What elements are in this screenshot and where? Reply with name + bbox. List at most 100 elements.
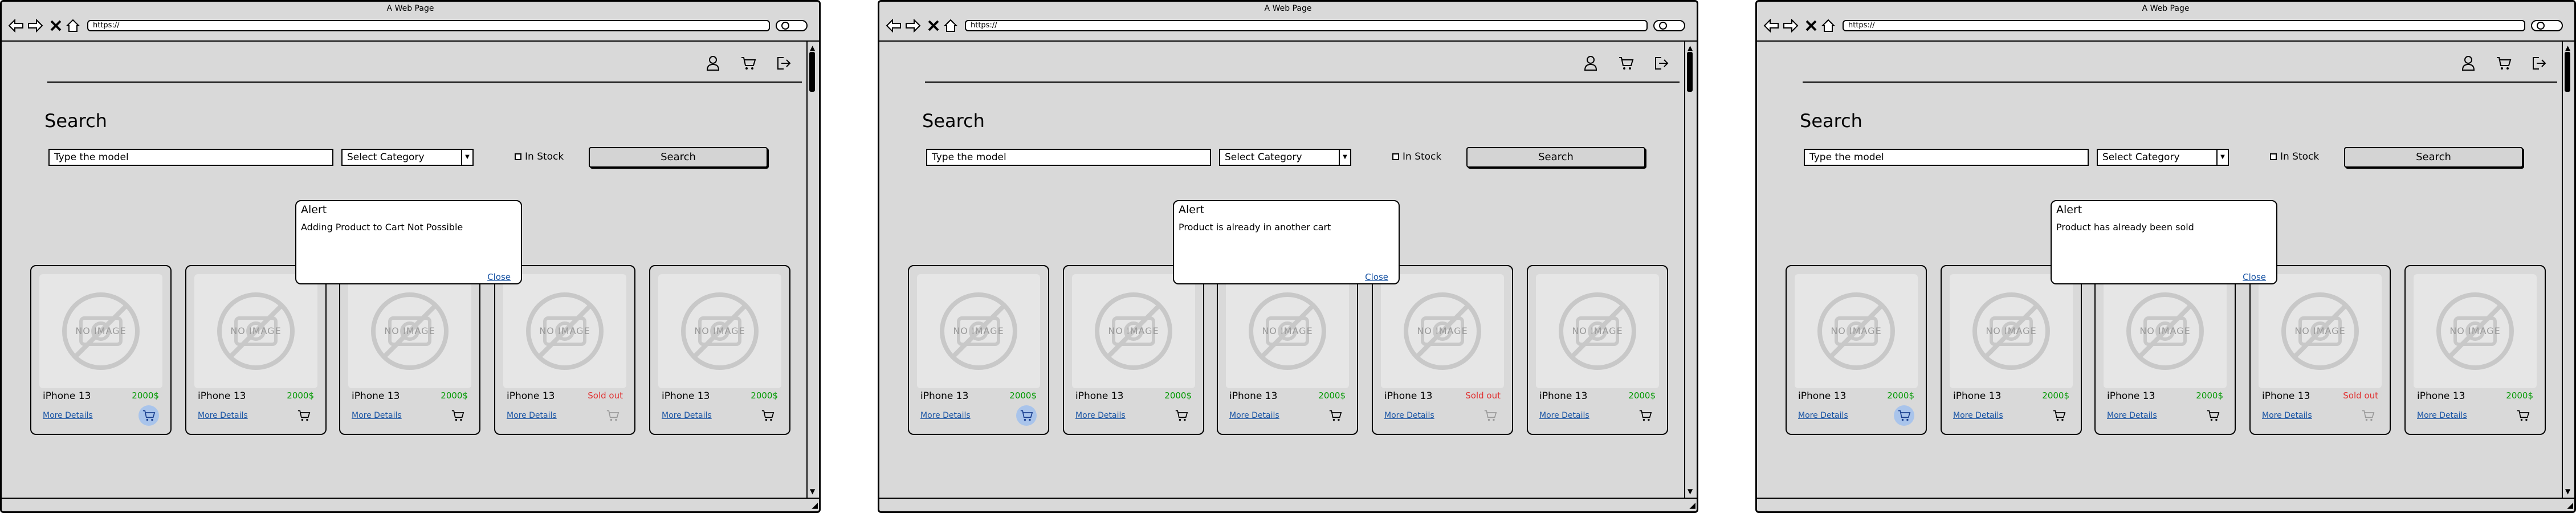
chevron-down-icon[interactable]: ▼	[2216, 150, 2228, 165]
resize-grip-icon[interactable]: ◢	[812, 501, 818, 510]
product-card[interactable]: NO IMAGE iPhone 13 2000$ More Details	[1217, 265, 1358, 435]
in-stock-checkbox[interactable]: In Stock	[2270, 151, 2319, 162]
more-details-link[interactable]: More Details	[920, 411, 971, 420]
product-card[interactable]: NO IMAGE iPhone 13 Sold out More Details	[2249, 265, 2391, 435]
close-icon[interactable]	[1803, 17, 1820, 34]
vertical-scrollbar[interactable]: ▲ ▼	[2562, 42, 2574, 498]
url-bar[interactable]: https://	[1843, 20, 2525, 31]
more-details-link[interactable]: More Details	[2417, 411, 2467, 420]
resize-grip-icon[interactable]: ◢	[2567, 501, 2573, 510]
more-details-link[interactable]: More Details	[1384, 411, 1434, 420]
logout-icon[interactable]	[2530, 54, 2548, 72]
add-to-cart-button[interactable]	[138, 405, 159, 426]
product-card[interactable]: NO IMAGE iPhone 13 Sold out More Details	[494, 265, 635, 435]
forward-arrow-icon[interactable]	[904, 17, 922, 34]
add-to-cart-button[interactable]	[2513, 405, 2533, 426]
product-card[interactable]: NO IMAGE iPhone 13 2000$ More Details	[1941, 265, 2082, 435]
more-details-link[interactable]: More Details	[198, 411, 248, 420]
product-card[interactable]: NO IMAGE iPhone 13 2000$ More Details	[908, 265, 1049, 435]
back-arrow-icon[interactable]	[7, 17, 25, 34]
product-card[interactable]: NO IMAGE iPhone 13 Sold out More Details	[1372, 265, 1513, 435]
model-search-input[interactable]: Type the model	[1804, 149, 2089, 166]
more-details-link[interactable]: More Details	[507, 411, 557, 420]
more-details-link[interactable]: More Details	[1539, 411, 1589, 420]
chevron-down-icon[interactable]: ▼	[461, 150, 472, 165]
chevron-down-icon[interactable]: ▼	[1339, 150, 1350, 165]
user-icon[interactable]	[2459, 54, 2477, 72]
scroll-up-icon[interactable]: ▲	[810, 44, 815, 52]
product-card[interactable]: NO IMAGE iPhone 13 2000$ More Details	[185, 265, 327, 435]
vertical-scrollbar[interactable]: ▲ ▼	[1684, 42, 1697, 498]
product-card[interactable]: NO IMAGE iPhone 13 2000$ More Details	[339, 265, 480, 435]
home-icon[interactable]	[942, 17, 959, 34]
cart-icon[interactable]	[2495, 54, 2513, 72]
more-details-link[interactable]: More Details	[662, 411, 712, 420]
add-to-cart-button[interactable]	[2203, 405, 2223, 426]
logout-icon[interactable]	[1652, 54, 1670, 72]
category-select[interactable]: Select Category ▼	[341, 149, 474, 166]
browser-search-field[interactable]	[776, 20, 808, 31]
add-to-cart-button[interactable]	[2358, 405, 2378, 426]
add-to-cart-button[interactable]	[1894, 405, 1914, 426]
checkbox-box[interactable]	[1392, 153, 1399, 160]
scroll-thumb[interactable]	[1687, 52, 1693, 92]
add-to-cart-button[interactable]	[2049, 405, 2069, 426]
product-card[interactable]: NO IMAGE iPhone 13 2000$ More Details	[2404, 265, 2546, 435]
category-select[interactable]: Select Category ▼	[1219, 149, 1351, 166]
forward-arrow-icon[interactable]	[27, 17, 44, 34]
add-to-cart-button[interactable]	[294, 405, 314, 426]
in-stock-checkbox[interactable]: In Stock	[1392, 151, 1441, 162]
more-details-link[interactable]: More Details	[1953, 411, 2003, 420]
add-to-cart-button[interactable]	[1325, 405, 1346, 426]
more-details-link[interactable]: More Details	[1075, 411, 1126, 420]
cart-icon[interactable]	[1617, 54, 1635, 72]
model-search-input[interactable]: Type the model	[926, 149, 1211, 166]
forward-arrow-icon[interactable]	[1782, 17, 1799, 34]
scroll-thumb[interactable]	[2565, 52, 2570, 92]
add-to-cart-button[interactable]	[1171, 405, 1192, 426]
cart-icon[interactable]	[739, 54, 757, 72]
back-arrow-icon[interactable]	[1763, 17, 1780, 34]
more-details-link[interactable]: More Details	[352, 411, 402, 420]
product-card[interactable]: NO IMAGE iPhone 13 2000$ More Details	[30, 265, 172, 435]
product-card[interactable]: NO IMAGE iPhone 13 2000$ More Details	[1063, 265, 1204, 435]
more-details-link[interactable]: More Details	[43, 411, 93, 420]
alert-close-link[interactable]: Close	[487, 272, 511, 282]
scroll-up-icon[interactable]: ▲	[1688, 44, 1693, 52]
checkbox-box[interactable]	[515, 153, 521, 160]
category-select[interactable]: Select Category ▼	[2097, 149, 2229, 166]
product-card[interactable]: NO IMAGE iPhone 13 2000$ More Details	[649, 265, 790, 435]
add-to-cart-button[interactable]	[447, 405, 468, 426]
add-to-cart-button[interactable]	[602, 405, 623, 426]
url-bar[interactable]: https://	[87, 20, 770, 31]
browser-search-field[interactable]	[2531, 20, 2563, 31]
home-icon[interactable]	[64, 17, 81, 34]
search-button[interactable]: Search	[2344, 147, 2523, 168]
home-icon[interactable]	[1820, 17, 1837, 34]
add-to-cart-button[interactable]	[1480, 405, 1501, 426]
scroll-up-icon[interactable]: ▲	[2565, 44, 2570, 52]
logout-icon[interactable]	[775, 54, 793, 72]
scroll-down-icon[interactable]: ▼	[1688, 487, 1693, 495]
search-button[interactable]: Search	[589, 147, 768, 168]
product-card[interactable]: NO IMAGE iPhone 13 2000$ More Details	[1527, 265, 1668, 435]
search-button[interactable]: Search	[1466, 147, 1645, 168]
alert-close-link[interactable]: Close	[1365, 272, 1388, 282]
add-to-cart-button[interactable]	[1016, 405, 1037, 426]
scroll-thumb[interactable]	[809, 52, 815, 92]
more-details-link[interactable]: More Details	[2107, 411, 2157, 420]
in-stock-checkbox[interactable]: In Stock	[515, 151, 564, 162]
scroll-down-icon[interactable]: ▼	[2565, 487, 2570, 495]
alert-close-link[interactable]: Close	[2243, 272, 2266, 282]
more-details-link[interactable]: More Details	[1229, 411, 1279, 420]
url-bar[interactable]: https://	[965, 20, 1648, 31]
product-card[interactable]: NO IMAGE iPhone 13 2000$ More Details	[1786, 265, 1927, 435]
user-icon[interactable]	[1582, 54, 1600, 72]
more-details-link[interactable]: More Details	[1798, 411, 1848, 420]
browser-search-field[interactable]	[1653, 20, 1685, 31]
user-icon[interactable]	[704, 54, 722, 72]
product-card[interactable]: NO IMAGE iPhone 13 2000$ More Details	[2094, 265, 2236, 435]
more-details-link[interactable]: More Details	[2262, 411, 2312, 420]
model-search-input[interactable]: Type the model	[48, 149, 333, 166]
scroll-down-icon[interactable]: ▼	[810, 487, 815, 495]
